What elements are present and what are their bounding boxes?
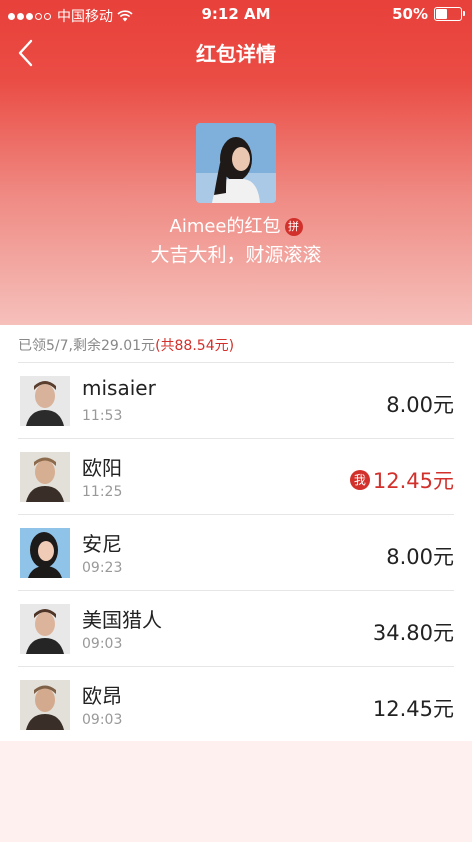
battery-icon bbox=[434, 7, 465, 21]
avatar bbox=[20, 376, 70, 426]
avatar-image bbox=[20, 604, 70, 654]
amount-text: 34.80元 bbox=[372, 621, 454, 645]
amount-text: 8.00元 bbox=[386, 545, 454, 569]
sender-avatar[interactable] bbox=[196, 123, 276, 203]
avatar bbox=[20, 604, 70, 654]
avatar bbox=[20, 680, 70, 730]
battery-percent: 50% bbox=[392, 5, 428, 23]
amount-text: 12.45元 bbox=[372, 469, 454, 493]
recipient-amount: 34.80元 bbox=[373, 617, 454, 647]
recipient-name: 欧昂 bbox=[82, 684, 122, 708]
me-badge: 我 bbox=[349, 470, 370, 490]
recipient-list-panel: 已领5/7,剩余29.01元(共88.54元) misaier 11:53 8.… bbox=[0, 325, 472, 741]
avatar-image bbox=[20, 452, 70, 502]
recipient-name: 安尼 bbox=[82, 532, 122, 556]
recipient-row[interactable]: 安尼 09:23 8.00元 bbox=[0, 515, 472, 591]
total-text: (共88.54元) bbox=[155, 338, 235, 354]
status-right: 50% bbox=[392, 5, 465, 23]
recipient-row[interactable]: 欧阳 11:25 我 12.45元 bbox=[0, 439, 472, 515]
recipient-time: 11:25 bbox=[82, 484, 123, 500]
page-title: 红包详情 bbox=[196, 42, 276, 66]
amount-text: 8.00元 bbox=[386, 393, 454, 417]
recipient-name: misaier bbox=[82, 376, 156, 400]
claim-summary: 已领5/7,剩余29.01元(共88.54元) bbox=[18, 335, 234, 355]
claimed-text: 已领5/7,剩余29.01元 bbox=[18, 338, 156, 354]
pin-badge: 拼 bbox=[284, 218, 303, 236]
recipient-time: 11:53 bbox=[82, 408, 123, 424]
recipient-name: 美国猎人 bbox=[82, 608, 162, 632]
sender-name: Aimee的红包 bbox=[169, 216, 281, 237]
avatar bbox=[20, 528, 70, 578]
portrait-image bbox=[196, 123, 276, 203]
avatar bbox=[20, 452, 70, 502]
recipient-amount: 我 12.45元 bbox=[349, 465, 454, 495]
status-bar: 中国移动 9:12 AM 50% bbox=[0, 0, 472, 30]
avatar-image bbox=[20, 528, 70, 578]
recipient-amount: 8.00元 bbox=[386, 541, 454, 571]
sender-line: Aimee的红包拼 bbox=[0, 212, 472, 238]
recipient-time: 09:03 bbox=[82, 712, 123, 728]
recipient-name: 欧阳 bbox=[82, 456, 122, 480]
blessing-text: 大吉大利，财源滚滚 bbox=[150, 244, 322, 266]
recipient-time: 09:03 bbox=[82, 636, 123, 652]
recipient-row[interactable]: 美国猎人 09:03 34.80元 bbox=[0, 591, 472, 667]
avatar-image bbox=[20, 680, 70, 730]
recipient-amount: 8.00元 bbox=[386, 389, 454, 419]
avatar-image bbox=[20, 376, 70, 426]
recipient-time: 09:23 bbox=[82, 560, 123, 576]
recipient-amount: 12.45元 bbox=[373, 693, 454, 723]
amount-text: 12.45元 bbox=[372, 697, 454, 721]
recipient-row[interactable]: 欧昂 09:03 12.45元 bbox=[0, 667, 472, 743]
recipient-row[interactable]: misaier 11:53 8.00元 bbox=[0, 363, 472, 439]
battery-fill bbox=[436, 9, 447, 19]
